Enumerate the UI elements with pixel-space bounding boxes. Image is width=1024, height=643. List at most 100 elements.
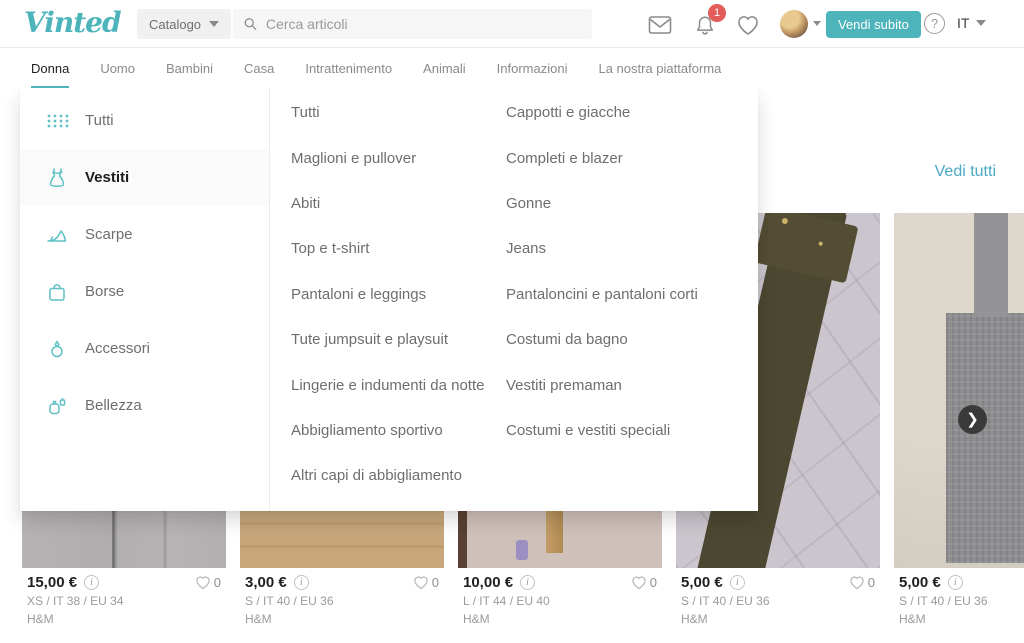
sidebar-item-accessori[interactable]: Accessori: [20, 320, 269, 377]
like-count: 0: [432, 575, 439, 590]
search-input[interactable]: [266, 16, 582, 32]
image-detail: [946, 313, 1024, 563]
menu-item[interactable]: Abbigliamento sportivo: [291, 408, 506, 453]
chevron-down-icon: [209, 21, 219, 27]
info-icon[interactable]: i: [520, 575, 535, 590]
product-size: S / IT 40 / EU 36: [245, 594, 439, 609]
mega-menu-column-1: Tutti Maglioni e pullover Abiti Top e t-…: [270, 90, 506, 511]
menu-item[interactable]: Lingerie e indumenti da notte: [291, 362, 506, 407]
chevron-down-icon: [976, 20, 986, 26]
search-bar[interactable]: [233, 9, 592, 39]
favorites-button[interactable]: [736, 13, 760, 37]
notification-badge: 1: [708, 4, 726, 22]
mega-menu-sidebar: Tutti Vestiti Scarpe Borse: [20, 88, 270, 511]
like-button[interactable]: 0: [849, 575, 875, 590]
nav-item-animali[interactable]: Animali: [423, 48, 466, 88]
menu-item[interactable]: Vestiti premaman: [506, 362, 698, 407]
search-icon: [243, 16, 258, 32]
locale-label: IT: [957, 15, 969, 31]
info-icon[interactable]: i: [84, 575, 99, 590]
product-size: S / IT 40 / EU 36: [899, 594, 1024, 609]
menu-item[interactable]: Jeans: [506, 226, 698, 271]
sidebar-item-bellezza[interactable]: Bellezza: [20, 377, 269, 434]
nav-item-bambini[interactable]: Bambini: [166, 48, 213, 88]
help-icon[interactable]: ?: [924, 13, 945, 34]
language-selector[interactable]: IT: [957, 15, 986, 31]
sidebar-item-label: Scarpe: [85, 226, 133, 243]
like-count: 0: [214, 575, 221, 590]
grid-dots-icon: [45, 109, 69, 133]
vinted-logo[interactable]: Vinted: [24, 6, 121, 39]
category-mega-menu: Tutti Vestiti Scarpe Borse: [20, 88, 758, 511]
top-header: Vinted Catalogo 1 Vendi subito ?: [0, 0, 1024, 48]
product-size: L / IT 44 / EU 40: [463, 594, 657, 609]
help-glyph: ?: [931, 16, 938, 31]
heart-icon: [413, 575, 429, 590]
sidebar-item-label: Accessori: [85, 340, 150, 357]
nav-item-informazioni[interactable]: Informazioni: [497, 48, 568, 88]
product-price: 10,00 €: [463, 574, 513, 591]
product-brand: H&M: [245, 612, 439, 627]
ring-icon: [45, 337, 69, 361]
info-icon[interactable]: i: [948, 575, 963, 590]
heart-icon: [849, 575, 865, 590]
like-button[interactable]: 0: [413, 575, 439, 590]
perfume-icon: [45, 394, 69, 418]
sidebar-item-label: Tutti: [85, 112, 114, 129]
carousel-next-button[interactable]: ❯: [958, 405, 987, 434]
product-price: 5,00 €: [899, 574, 941, 591]
like-button[interactable]: 0: [195, 575, 221, 590]
menu-item[interactable]: Costumi da bagno: [506, 317, 698, 362]
nav-item-intrattenimento[interactable]: Intrattenimento: [305, 48, 392, 88]
product-image[interactable]: [894, 213, 1024, 568]
menu-item[interactable]: Tute jumpsuit e playsuit: [291, 317, 506, 362]
avatar[interactable]: [780, 10, 808, 38]
heart-icon: [195, 575, 211, 590]
menu-item[interactable]: Pantaloni e leggings: [291, 272, 506, 317]
like-button[interactable]: 0: [631, 575, 657, 590]
product-brand: H&M: [27, 612, 221, 627]
notifications-button[interactable]: 1: [693, 13, 717, 37]
heart-icon: [736, 14, 760, 36]
menu-item[interactable]: Tutti: [291, 90, 506, 135]
menu-item[interactable]: Costumi e vestiti speciali: [506, 408, 698, 453]
menu-item[interactable]: Top e t-shirt: [291, 226, 506, 271]
sell-now-button[interactable]: Vendi subito: [826, 11, 921, 38]
sidebar-item-vestiti[interactable]: Vestiti: [20, 149, 269, 206]
menu-item[interactable]: Cappotti e giacche: [506, 90, 698, 135]
messages-button[interactable]: [648, 13, 672, 37]
sidebar-item-scarpe[interactable]: Scarpe: [20, 206, 269, 263]
product-brand: H&M: [899, 612, 1024, 627]
bag-icon: [45, 280, 69, 304]
menu-item[interactable]: Altri capi di abbigliamento: [291, 453, 506, 498]
nav-item-uomo[interactable]: Uomo: [100, 48, 135, 88]
sidebar-item-label: Borse: [85, 283, 124, 300]
shoe-icon: [45, 223, 69, 247]
sidebar-item-borse[interactable]: Borse: [20, 263, 269, 320]
product-brand: H&M: [463, 612, 657, 627]
catalog-dropdown-button[interactable]: Catalogo: [137, 9, 231, 39]
nav-item-piattaforma[interactable]: La nostra piattaforma: [598, 48, 721, 88]
like-count: 0: [868, 575, 875, 590]
nav-item-donna[interactable]: Donna: [31, 48, 69, 88]
info-icon[interactable]: i: [730, 575, 745, 590]
menu-item[interactable]: Abiti: [291, 181, 506, 226]
see-all-link[interactable]: Vedi tutti: [935, 163, 996, 181]
menu-item[interactable]: Maglioni e pullover: [291, 135, 506, 180]
menu-item[interactable]: Gonne: [506, 181, 698, 226]
like-count: 0: [650, 575, 657, 590]
product-price: 15,00 €: [27, 574, 77, 591]
menu-item[interactable]: Completi e blazer: [506, 135, 698, 180]
chevron-right-icon: ❯: [966, 410, 979, 428]
sidebar-item-tutti[interactable]: Tutti: [20, 92, 269, 149]
image-detail: [516, 540, 528, 560]
dress-icon: [45, 166, 69, 190]
product-size: XS / IT 38 / EU 34: [27, 594, 221, 609]
account-chevron-down-icon[interactable]: [813, 21, 821, 26]
sidebar-item-label: Vestiti: [85, 169, 129, 186]
nav-item-casa[interactable]: Casa: [244, 48, 274, 88]
menu-item[interactable]: Pantaloncini e pantaloni corti: [506, 272, 698, 317]
product-price: 3,00 €: [245, 574, 287, 591]
product-price: 5,00 €: [681, 574, 723, 591]
info-icon[interactable]: i: [294, 575, 309, 590]
